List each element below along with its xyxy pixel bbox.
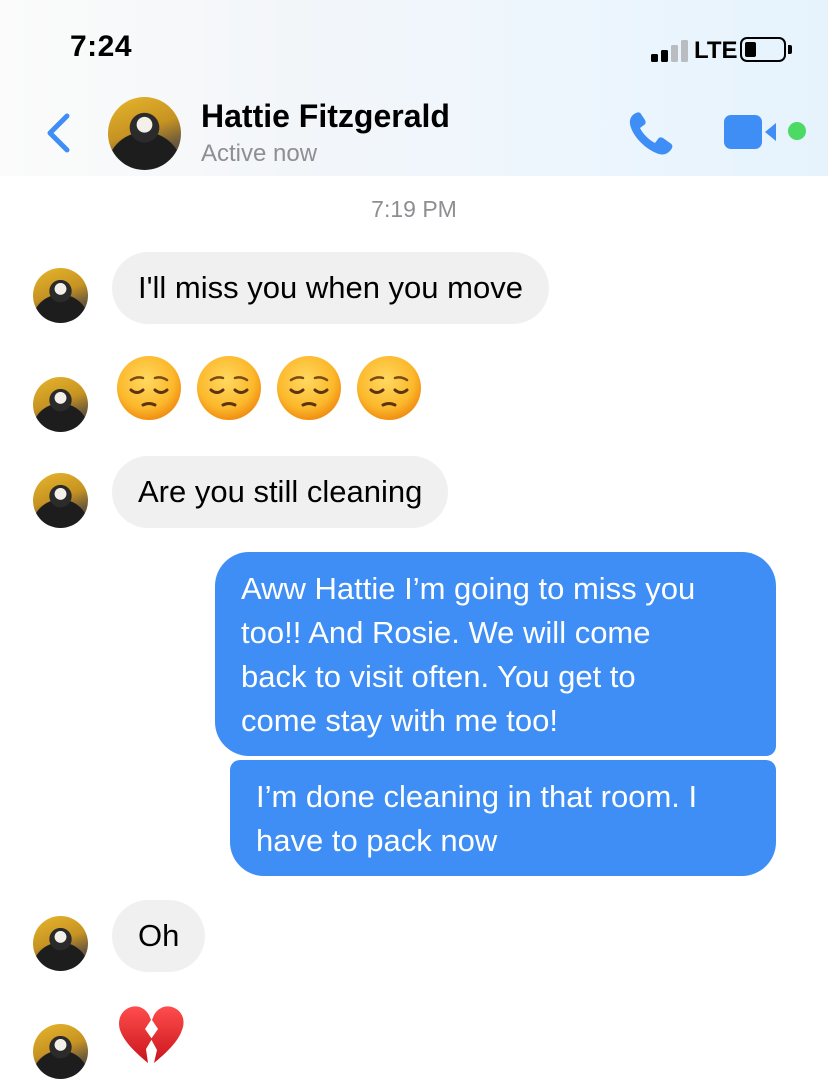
cellular-signal-icon [651, 40, 691, 62]
message-text-line: come stay with me too! [241, 703, 559, 738]
incoming-message-bubble[interactable]: Are you still cleaning [112, 456, 449, 528]
message-text-line: back to visit often. You get to [241, 659, 636, 694]
contact-avatar[interactable] [108, 97, 181, 170]
outgoing-message-bubble[interactable]: I’m done cleaning in that room. I have t… [230, 760, 776, 876]
message-avatar[interactable] [33, 268, 88, 323]
pensive-face-icon [197, 356, 261, 420]
message-text: Are you still cleaning [138, 474, 423, 509]
message-avatar[interactable] [33, 1024, 88, 1079]
phone-icon [629, 112, 673, 155]
network-type-label: LTE [694, 37, 738, 64]
pensive-face-icon [357, 356, 421, 420]
voice-call-button[interactable] [626, 108, 678, 158]
message-text-line: have to pack now [256, 823, 498, 858]
video-call-button[interactable] [722, 112, 782, 152]
contact-active-status: Active now [201, 140, 318, 167]
pensive-face-icon [277, 356, 341, 420]
message-text: I'll miss you when you move [138, 270, 523, 305]
video-camera-icon [724, 115, 776, 149]
online-indicator [788, 122, 806, 140]
message-avatar[interactable] [33, 473, 88, 528]
message-text-line: too!! And Rosie. We will come [241, 615, 651, 650]
broken-heart-icon[interactable] [116, 1005, 186, 1067]
message-text-line: I’m done cleaning in that room. I [256, 779, 698, 814]
battery-nub [788, 45, 792, 54]
back-button[interactable] [40, 110, 76, 156]
incoming-message-bubble[interactable]: I'll miss you when you move [112, 252, 549, 324]
message-timestamp: 7:19 PM [371, 196, 457, 222]
conversation-header: 7:24 LTE Hattie Fitzgerald Active now [0, 0, 828, 176]
message-avatar[interactable] [33, 377, 88, 432]
message-text-line: Aww Hattie I’m going to miss you [241, 571, 696, 606]
chevron-left-icon [47, 113, 70, 153]
battery-icon [740, 37, 786, 62]
contact-name[interactable]: Hattie Fitzgerald [201, 98, 450, 135]
pensive-face-icon [117, 356, 181, 420]
message-avatar[interactable] [33, 916, 88, 971]
message-text: Oh [138, 918, 180, 953]
incoming-message-bubble[interactable]: Oh [112, 900, 206, 972]
status-bar-time: 7:24 [70, 30, 133, 63]
outgoing-message-bubble[interactable]: Aww Hattie I’m going to miss you too!! A… [215, 552, 776, 756]
